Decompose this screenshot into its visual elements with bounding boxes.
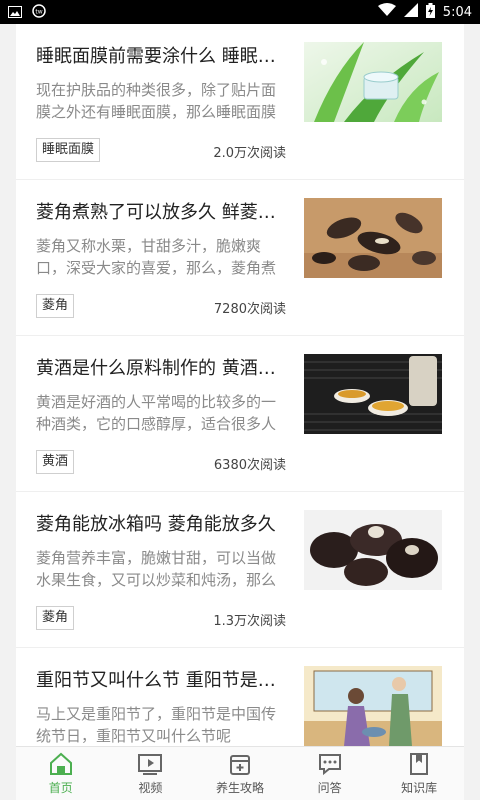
- article-feed[interactable]: 睡眠面膜前需要涂什么 睡眠面膜使用前用什么 现在护肤品的种类很多，除了贴片面膜之…: [16, 24, 464, 746]
- tab-home[interactable]: 首页: [16, 747, 106, 800]
- svg-text:tw: tw: [35, 8, 42, 15]
- battery-charging-icon: [425, 2, 435, 22]
- status-bar: tw 5:04: [0, 0, 480, 24]
- article-card[interactable]: 重阳节又叫什么节 重阳节是哪一天 马上又是重阳节了，重阳节是中国传统节日，重阳节…: [16, 648, 464, 746]
- article-card[interactable]: 睡眠面膜前需要涂什么 睡眠面膜使用前用什么 现在护肤品的种类很多，除了贴片面膜之…: [16, 24, 464, 180]
- read-count: 2.0万次阅读: [213, 146, 286, 161]
- article-thumbnail[interactable]: [304, 198, 442, 278]
- article-thumbnail[interactable]: [304, 354, 442, 434]
- qa-icon: [317, 752, 343, 776]
- read-count: 1.3万次阅读: [213, 614, 286, 629]
- tab-label: 知识库: [401, 780, 438, 795]
- article-title[interactable]: 黄酒是什么原料制作的 黄酒的原料有哪些: [36, 354, 288, 380]
- article-title[interactable]: 菱角能放冰箱吗 菱角能放多久: [36, 510, 288, 536]
- tab-video[interactable]: 视频: [106, 747, 196, 800]
- article-summary: 现在护肤品的种类很多，除了贴片面膜之外还有睡眠面膜，那么睡眠面膜前需要涂什么: [36, 81, 277, 121]
- article-title[interactable]: 菱角煮熟了可以放多久 鲜菱角煮熟能放几天: [36, 198, 288, 224]
- app-badge-icon: tw: [32, 3, 46, 22]
- article-card[interactable]: 菱角能放冰箱吗 菱角能放多久 菱角营养丰富，脆嫩甘甜，可以当做水果生食，又可以炒…: [16, 492, 464, 648]
- read-count: 6380次阅读: [213, 458, 286, 473]
- image-icon: [8, 3, 22, 22]
- article-card[interactable]: 菱角煮熟了可以放多久 鲜菱角煮熟能放几天 菱角又称水栗，甘甜多汁，脆嫩爽口，深受…: [16, 180, 464, 336]
- status-time: 5:04: [442, 4, 472, 20]
- video-icon: [137, 752, 163, 776]
- article-tag[interactable]: 菱角: [36, 294, 75, 318]
- article-card[interactable]: 黄酒是什么原料制作的 黄酒的原料有哪些 黄酒是好酒的人平常喝的比较多的一种酒类，…: [16, 336, 464, 492]
- article-title[interactable]: 重阳节又叫什么节 重阳节是哪一天: [36, 666, 288, 692]
- article-tag[interactable]: 黄酒: [36, 450, 75, 474]
- article-summary: 菱角营养丰富，脆嫩甘甜，可以当做水果生食，又可以炒菜和炖汤，那么菱角能放冰箱吗: [36, 549, 277, 589]
- article-tag[interactable]: 菱角: [36, 606, 75, 630]
- article-summary: 菱角又称水栗，甘甜多汁，脆嫩爽口，深受大家的喜爱，那么，菱角煮熟了可以放多久: [36, 237, 277, 277]
- tab-label: 首页: [48, 780, 73, 795]
- tab-label: 视频: [138, 780, 163, 795]
- tab-label: 养生攻略: [215, 780, 264, 795]
- guide-icon: [227, 752, 253, 776]
- bookmark-icon: [406, 752, 432, 776]
- article-thumbnail[interactable]: [304, 666, 442, 746]
- home-icon: [48, 752, 74, 776]
- article-summary: 马上又是重阳节了，重阳节是中国传统节日，重阳节又叫什么节呢: [36, 705, 277, 745]
- article-thumbnail[interactable]: [304, 42, 442, 122]
- bottom-tab-bar: 首页 视频 养生攻略 问答 知识库: [16, 746, 464, 800]
- tab-label: 问答: [317, 780, 342, 795]
- tab-guide[interactable]: 养生攻略: [195, 747, 285, 800]
- article-title[interactable]: 睡眠面膜前需要涂什么 睡眠面膜使用前用什么: [36, 42, 288, 68]
- tab-knowledge[interactable]: 知识库: [374, 747, 464, 800]
- article-tag[interactable]: 睡眠面膜: [36, 138, 101, 162]
- article-thumbnail[interactable]: [304, 510, 442, 590]
- tab-qa[interactable]: 问答: [285, 747, 375, 800]
- wifi-icon: [377, 3, 396, 21]
- signal-icon: [403, 3, 418, 21]
- article-summary: 黄酒是好酒的人平常喝的比较多的一种酒类，它的口感醇厚，适合很多人饮用: [36, 393, 277, 433]
- read-count: 7280次阅读: [213, 302, 286, 317]
